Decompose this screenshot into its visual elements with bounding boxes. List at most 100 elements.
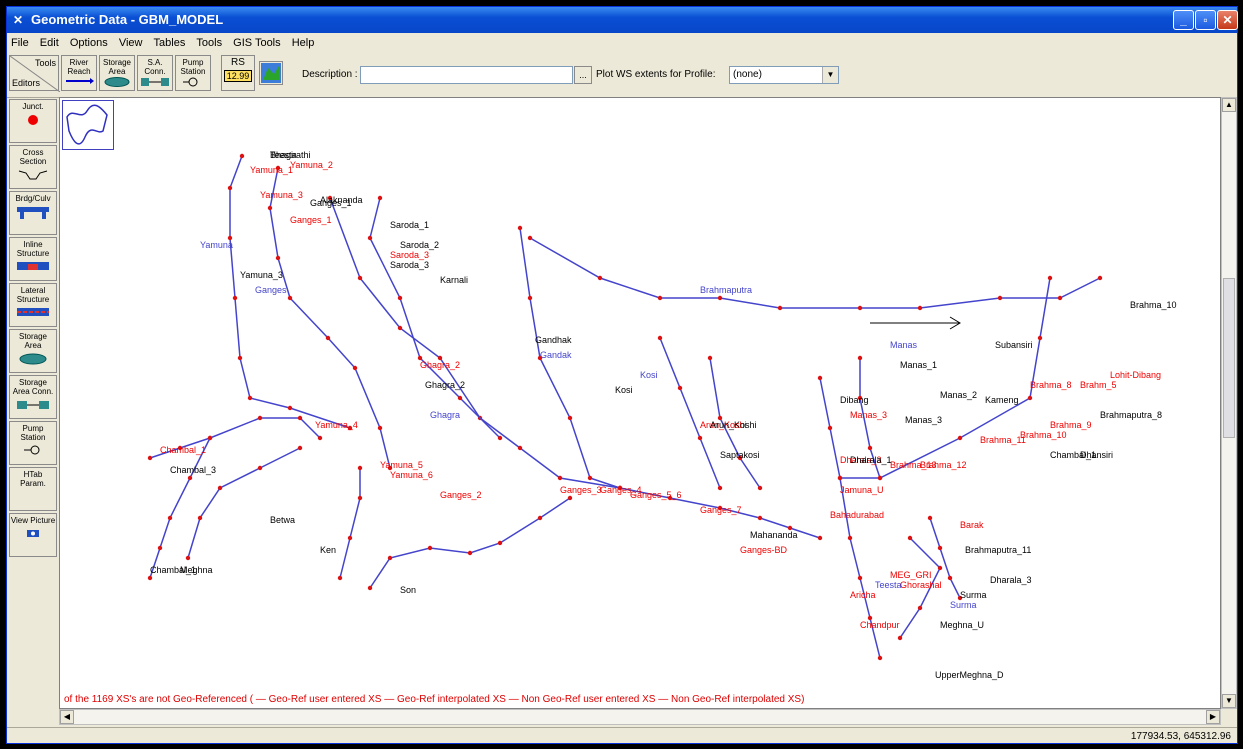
cross-section-marker[interactable] <box>857 355 863 361</box>
cross-section-marker[interactable] <box>157 545 163 551</box>
cross-section-marker[interactable] <box>457 395 463 401</box>
cross-section-marker[interactable] <box>275 255 281 261</box>
cross-section-marker[interactable] <box>297 415 303 421</box>
menu-options[interactable]: Options <box>66 35 112 49</box>
cross-section-marker[interactable] <box>187 475 193 481</box>
cross-section-marker[interactable] <box>185 555 191 561</box>
cross-section-marker[interactable] <box>239 153 245 159</box>
menu-tables[interactable]: Tables <box>150 35 190 49</box>
cross-section-marker[interactable] <box>325 335 331 341</box>
river-reach-line[interactable] <box>369 197 501 439</box>
cross-section-marker[interactable] <box>537 515 543 521</box>
river-reach-button[interactable]: River Reach <box>61 55 97 91</box>
cross-section-marker[interactable] <box>427 545 433 551</box>
cross-section-marker[interactable] <box>1097 275 1103 281</box>
cross-section-marker[interactable] <box>937 565 943 571</box>
horizontal-scrollbar[interactable]: ◀ ▶ <box>59 709 1221 725</box>
menu-edit[interactable]: Edit <box>36 35 63 49</box>
menu-file[interactable]: File <box>7 35 33 49</box>
scroll-right-button[interactable]: ▶ <box>1206 710 1220 724</box>
cross-section-marker[interactable] <box>877 475 883 481</box>
cross-section-marker[interactable] <box>167 515 173 521</box>
cross-section-marker[interactable] <box>1037 335 1043 341</box>
cross-section-marker[interactable] <box>357 495 363 501</box>
cross-section-marker[interactable] <box>197 515 203 521</box>
cross-section-marker[interactable] <box>287 405 293 411</box>
cross-section-marker[interactable] <box>757 485 763 491</box>
storage-area-button[interactable]: Storage Area <box>99 55 135 91</box>
cross-section-marker[interactable] <box>397 325 403 331</box>
river-reach-line[interactable] <box>149 437 211 579</box>
htab-button[interactable]: HTab Param. <box>9 467 57 511</box>
cross-section-marker[interactable] <box>897 635 903 641</box>
cross-section-marker[interactable] <box>217 485 223 491</box>
view-picture-button[interactable]: View Picture <box>9 513 57 557</box>
cross-section-marker[interactable] <box>917 605 923 611</box>
cross-section-marker[interactable] <box>567 495 573 501</box>
cross-section-marker[interactable] <box>757 515 763 521</box>
cross-section-marker[interactable] <box>697 435 703 441</box>
cross-section-marker[interactable] <box>147 575 153 581</box>
cross-section-marker[interactable] <box>857 305 863 311</box>
pump-station-button[interactable]: Pump Station <box>175 55 211 91</box>
cross-section-marker[interactable] <box>1027 395 1033 401</box>
cross-section-button[interactable]: Cross Section <box>9 145 57 189</box>
rs-button[interactable]: RS 12.99 <box>221 55 255 91</box>
cross-section-marker[interactable] <box>517 445 523 451</box>
cross-section-marker[interactable] <box>467 550 473 556</box>
cross-section-marker[interactable] <box>257 415 263 421</box>
cross-section-marker[interactable] <box>227 185 233 191</box>
scroll-left-button[interactable]: ◀ <box>60 710 74 724</box>
cross-section-marker[interactable] <box>207 435 213 441</box>
junction-button[interactable]: Junct. <box>9 99 57 143</box>
cross-section-marker[interactable] <box>597 275 603 281</box>
scroll-down-button[interactable]: ▼ <box>1222 694 1236 708</box>
gis-map-button[interactable] <box>259 61 283 85</box>
cross-section-marker[interactable] <box>357 275 363 281</box>
cross-section-marker[interactable] <box>657 335 663 341</box>
cross-section-marker[interactable] <box>237 355 243 361</box>
river-reach-line[interactable] <box>329 197 621 489</box>
bridge-culvert-button[interactable]: Brdg/Culv <box>9 191 57 235</box>
cross-section-marker[interactable] <box>527 295 533 301</box>
scroll-up-button[interactable]: ▲ <box>1222 98 1236 112</box>
cross-section-marker[interactable] <box>377 425 383 431</box>
cross-section-marker[interactable] <box>557 475 563 481</box>
description-input[interactable] <box>360 66 573 84</box>
cross-section-marker[interactable] <box>147 455 153 461</box>
cross-section-marker[interactable] <box>957 435 963 441</box>
storage-area-side-button[interactable]: Storage Area <box>9 329 57 373</box>
cross-section-marker[interactable] <box>817 535 823 541</box>
description-browse-button[interactable]: ... <box>574 66 592 84</box>
menu-view[interactable]: View <box>115 35 147 49</box>
cross-section-marker[interactable] <box>247 395 253 401</box>
vertical-scrollbar[interactable]: ▲ ▼ <box>1221 97 1237 709</box>
cross-section-marker[interactable] <box>267 205 273 211</box>
cross-section-marker[interactable] <box>517 225 523 231</box>
cross-section-marker[interactable] <box>367 585 373 591</box>
cross-section-marker[interactable] <box>857 575 863 581</box>
cross-section-marker[interactable] <box>937 545 943 551</box>
river-reach-line[interactable] <box>369 497 571 589</box>
cross-section-marker[interactable] <box>717 485 723 491</box>
cross-section-marker[interactable] <box>567 415 573 421</box>
geometry-canvas[interactable]: Yamuna_1 Yamuna_2 Yamuna_3 Ganges_1 Saroda_3… <box>59 97 1221 709</box>
cross-section-marker[interactable] <box>907 535 913 541</box>
cross-section-marker[interactable] <box>497 540 503 546</box>
cross-section-marker[interactable] <box>297 445 303 451</box>
cross-section-marker[interactable] <box>867 445 873 451</box>
river-reach-line[interactable] <box>529 237 1101 309</box>
cross-section-marker[interactable] <box>527 235 533 241</box>
chevron-down-icon[interactable]: ▼ <box>822 67 838 83</box>
cross-section-marker[interactable] <box>352 365 358 371</box>
cross-section-marker[interactable] <box>827 425 833 431</box>
cross-section-marker[interactable] <box>777 305 783 311</box>
river-network[interactable]: Yamuna_1Yamuna_2 Yamuna_3 Ganges_1 Saroda_3… <box>60 98 1220 688</box>
inline-structure-button[interactable]: Inline Structure <box>9 237 57 281</box>
cross-section-marker[interactable] <box>357 465 363 471</box>
cross-section-marker[interactable] <box>717 295 723 301</box>
menu-help[interactable]: Help <box>288 35 319 49</box>
maximize-button[interactable]: ▫ <box>1195 10 1216 30</box>
cross-section-marker[interactable] <box>587 475 593 481</box>
cross-section-marker[interactable] <box>917 305 923 311</box>
